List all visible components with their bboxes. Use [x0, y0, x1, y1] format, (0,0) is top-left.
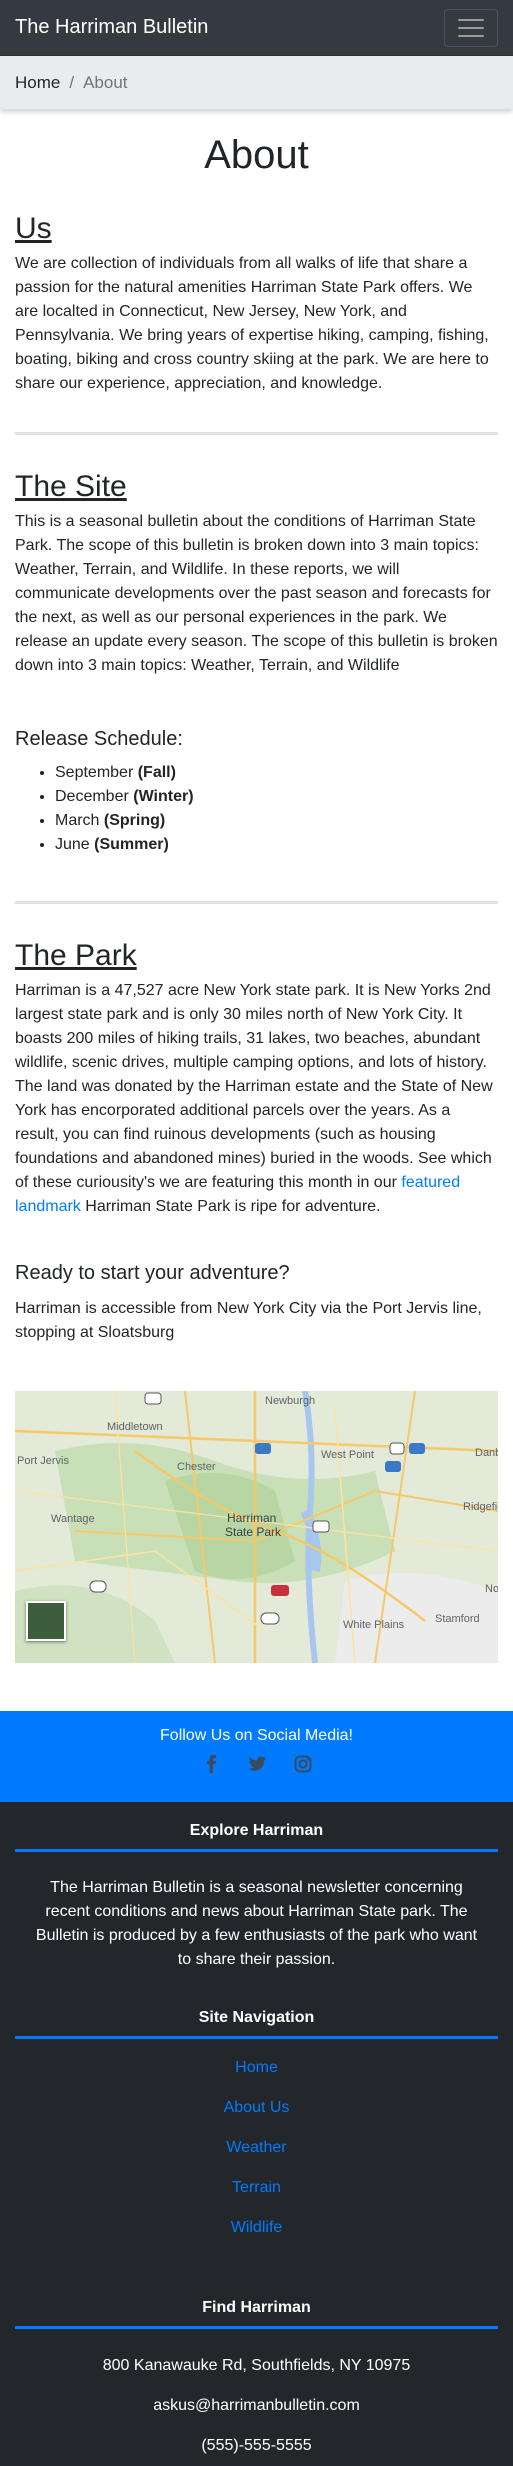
page-title: About — [204, 133, 309, 177]
map-label-no: No — [485, 1583, 498, 1595]
route-shield — [409, 1443, 425, 1454]
list-item: September (Fall) — [55, 761, 498, 785]
map-label-middletown: Middletown — [107, 1421, 163, 1433]
section-heading-park: The Park — [15, 939, 137, 972]
footer: Explore Harriman The Harriman Bulletin i… — [0, 1802, 513, 2466]
list-item: December (Winter) — [55, 785, 498, 809]
footer-heading-find: Find Harriman — [202, 2299, 311, 2316]
main-content: Us We are collection of individuals from… — [0, 211, 513, 1663]
release-schedule-heading: Release Schedule: — [15, 728, 183, 750]
brand-link[interactable]: The Harriman Bulletin — [15, 16, 208, 39]
map-label-danbury: Danbu — [475, 1447, 498, 1459]
footer-explore-text: The Harriman Bulletin is a seasonal news… — [35, 1879, 478, 1968]
social-icons — [0, 1755, 513, 1773]
map-label-stamford: Stamford — [435, 1613, 480, 1625]
map-label-wantage: Wantage — [51, 1513, 95, 1525]
list-item: March (Spring) — [55, 809, 498, 833]
map-label-port-jervis: Port Jervis — [17, 1455, 69, 1467]
footer-heading-explore: Explore Harriman — [189, 1822, 324, 1839]
menu-toggle-button[interactable] — [444, 8, 498, 47]
footer-divider — [15, 2326, 498, 2329]
footer-link-weather[interactable]: Weather — [15, 2138, 498, 2158]
section-heading-us: Us — [15, 212, 52, 245]
facebook-icon[interactable] — [202, 1755, 220, 1773]
adventure-text: Harriman is accessible from New York Cit… — [15, 1300, 482, 1341]
route-shield — [385, 1461, 401, 1472]
breadcrumb: Home / About — [0, 56, 513, 109]
adventure-heading: Ready to start your adventure? — [15, 1262, 290, 1284]
footer-link-about-us[interactable]: About Us — [15, 2098, 498, 2118]
footer-divider — [15, 2036, 498, 2039]
section-text-park: Harriman is a 47,527 acre New York state… — [15, 982, 493, 1215]
footer-address: 800 Kanawauke Rd, Southfields, NY 10975 — [102, 2357, 411, 2374]
navbar: The Harriman Bulletin — [0, 0, 513, 56]
footer-link-terrain[interactable]: Terrain — [15, 2178, 498, 2198]
footer-divider — [15, 1849, 498, 1852]
footer-link-home[interactable]: Home — [15, 2058, 498, 2078]
route-shield — [389, 1442, 405, 1455]
breadcrumb-separator: / — [69, 72, 75, 92]
release-schedule-list: September (Fall) December (Winter) March… — [15, 761, 498, 857]
list-item: June (Summer) — [55, 833, 498, 857]
section-text-us: We are collection of individuals from al… — [15, 255, 489, 392]
section-heading-site: The Site — [15, 470, 127, 503]
hamburger-icon-bar — [458, 34, 484, 37]
map-label-harriman: Harriman — [227, 1511, 277, 1525]
route-shield — [255, 1443, 271, 1454]
breadcrumb-current: About — [83, 72, 128, 92]
park-map[interactable]: Newburgh Middletown Port Jervis Chester … — [15, 1391, 498, 1663]
route-shield — [144, 1392, 162, 1405]
route-shield — [89, 1580, 107, 1593]
footer-heading-navigation: Site Navigation — [198, 2009, 315, 2026]
social-title: Follow Us on Social Media! — [160, 1727, 353, 1744]
map-label-newburgh: Newburgh — [265, 1395, 316, 1407]
footer-phone[interactable]: (555)-555-5555 — [15, 2436, 498, 2456]
map-label-white-plains: White Plains — [343, 1619, 405, 1631]
twitter-icon[interactable] — [247, 1755, 266, 1773]
route-shield — [260, 1612, 280, 1625]
map-label-ridgefield: Ridgefiel — [463, 1501, 498, 1513]
instagram-icon[interactable] — [294, 1755, 312, 1773]
breadcrumb-home-link[interactable]: Home — [15, 73, 60, 93]
map-label-state-park: State Park — [225, 1525, 282, 1539]
hamburger-icon-bar — [458, 26, 484, 29]
section-text-site: This is a seasonal bulletin about the co… — [15, 513, 498, 674]
footer-link-wildlife[interactable]: Wildlife — [15, 2218, 498, 2238]
map-layer-toggle-button[interactable] — [26, 1601, 66, 1641]
footer-email[interactable]: askus@harrimanbulletin.com — [15, 2396, 498, 2416]
social-section: Follow Us on Social Media! — [0, 1711, 513, 1802]
section-divider — [15, 432, 498, 435]
route-shield — [312, 1520, 330, 1533]
hamburger-icon-bar — [458, 18, 484, 21]
section-divider — [15, 901, 498, 904]
route-shield — [271, 1585, 289, 1596]
map-label-west-point: West Point — [321, 1449, 374, 1461]
footer-nav: Home About Us Weather Terrain Wildlife — [15, 2058, 498, 2238]
map-label-chester: Chester — [177, 1461, 216, 1473]
